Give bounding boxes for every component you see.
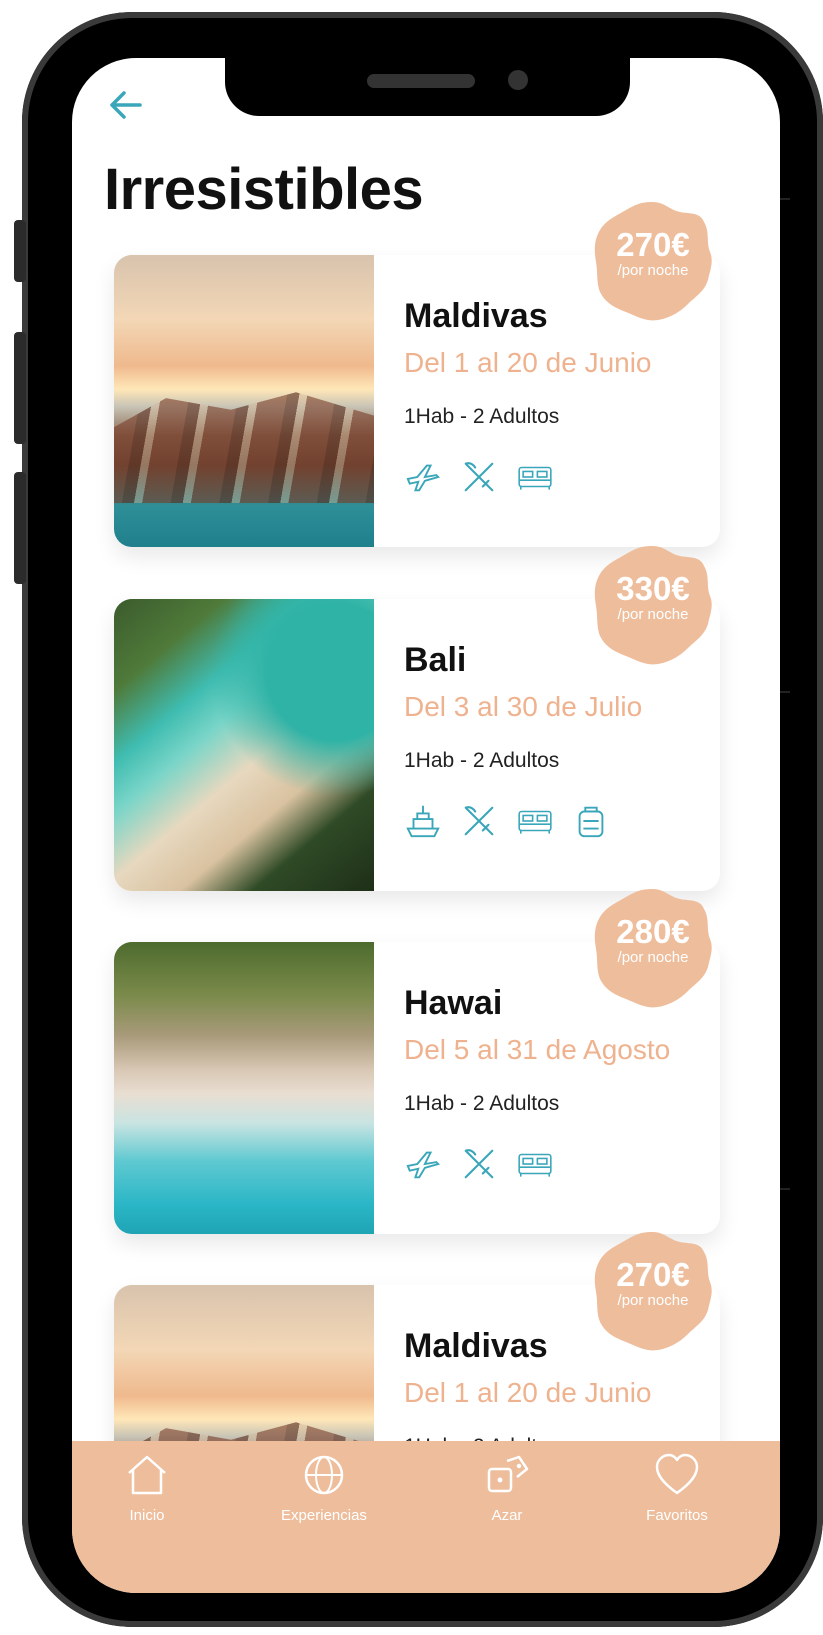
travel-dates: Del 3 al 30 de Julio: [404, 691, 643, 722]
nav-item-inicio[interactable]: Inicio: [82, 1451, 212, 1524]
phone-side-button: [14, 220, 26, 282]
room-info: 1Hab - 2 Adultos: [404, 1092, 560, 1115]
destination-name: Hawai: [404, 984, 503, 1022]
plane-icon: [406, 464, 441, 492]
nav-label: Experiencias: [281, 1507, 367, 1524]
price-unit: /por noche: [617, 606, 689, 623]
travel-dates: Del 1 al 20 de Junio: [404, 347, 652, 378]
room-info: 1Hab - 2 Adultos: [404, 749, 560, 772]
nav-label: Inicio: [129, 1507, 165, 1524]
phone-side-button: [14, 332, 26, 444]
destination-name: Maldivas: [404, 297, 548, 335]
destination-name: Bali: [404, 641, 467, 679]
bed-icon: [518, 1153, 552, 1177]
heart-icon: [655, 1453, 699, 1495]
camera: [508, 70, 528, 90]
speaker: [367, 74, 475, 88]
cutlery-icon: [464, 806, 494, 836]
nav-item-favoritos[interactable]: Favoritos: [612, 1451, 742, 1524]
offer-photo: [114, 599, 374, 891]
dice-icon: [487, 1455, 529, 1493]
bottom-navigation: Inicio Experiencias Azar Favoritos: [72, 1441, 780, 1593]
nav-label: Azar: [491, 1507, 523, 1524]
nav-item-azar[interactable]: Azar: [442, 1451, 572, 1524]
nav-item-experiencias[interactable]: Experiencias: [259, 1451, 389, 1524]
travel-dates: Del 5 al 31 de Agosto: [404, 1034, 671, 1065]
plane-icon: [406, 1151, 441, 1179]
travel-dates: Del 1 al 20 de Junio: [404, 1377, 652, 1408]
phone-notch: [225, 58, 630, 116]
offer-photo: [114, 942, 374, 1234]
price-badge: 270€ /por noche: [592, 200, 714, 322]
price-unit: /por noche: [617, 262, 689, 279]
price-badge: 330€ /por noche: [592, 544, 714, 666]
price-unit: /por noche: [617, 1292, 689, 1309]
phone-side-button: [14, 472, 26, 584]
price-amount: 330€: [616, 570, 690, 607]
price-amount: 270€: [616, 226, 690, 263]
price-amount: 280€: [616, 913, 690, 950]
bed-icon: [518, 466, 552, 490]
price-badge: 270€ /por noche: [592, 1230, 714, 1352]
backpack-icon: [578, 806, 604, 838]
price-badge: 280€ /por noche: [592, 887, 714, 1009]
globe-icon: [304, 1455, 344, 1495]
destination-name: Maldivas: [404, 1327, 548, 1365]
ship-icon: [406, 805, 440, 838]
room-info: 1Hab - 2 Adultos: [404, 405, 560, 428]
nav-label: Favoritos: [646, 1507, 708, 1524]
home-icon: [128, 1455, 166, 1495]
price-amount: 270€: [616, 1256, 690, 1293]
back-arrow-icon[interactable]: [108, 90, 142, 126]
bed-icon: [518, 810, 552, 834]
price-unit: /por noche: [617, 949, 689, 966]
offer-photo: [114, 255, 374, 547]
page-title: Irresistibles: [104, 157, 424, 222]
app-screen: Irresistibles Maldivas Del 1 al 20 de Ju…: [72, 58, 780, 1593]
cutlery-icon: [464, 1149, 494, 1179]
cutlery-icon: [464, 462, 494, 492]
